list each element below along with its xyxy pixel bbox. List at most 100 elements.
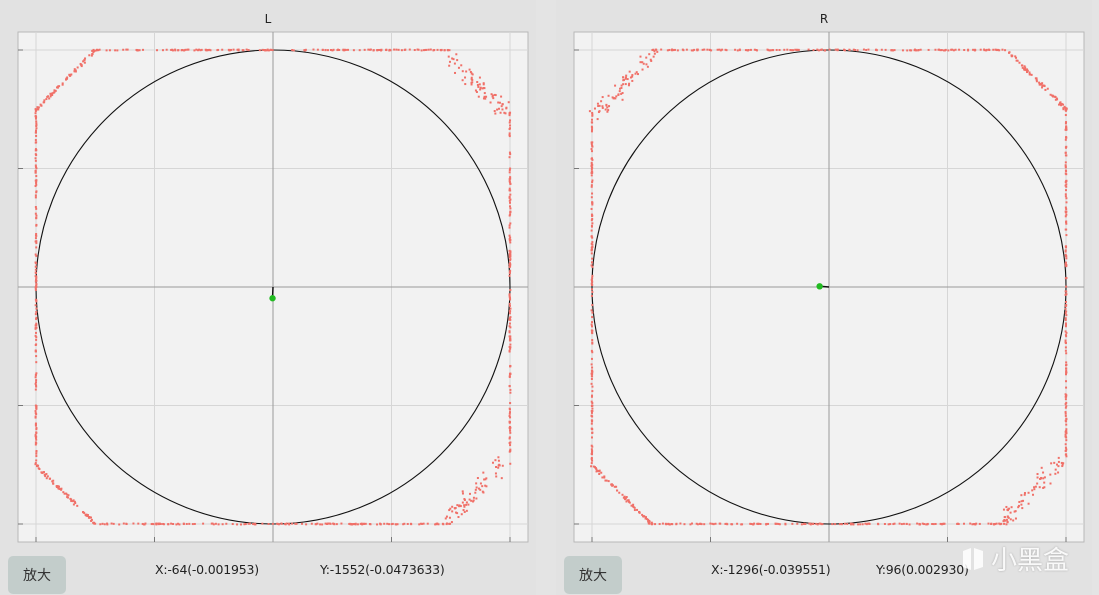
trace-point [591, 121, 594, 124]
trace-point [591, 311, 594, 314]
trace-point [37, 467, 40, 470]
trace-point [1064, 411, 1067, 414]
trace-point [508, 128, 511, 131]
trace-point [1064, 346, 1067, 349]
y-readout: Y:96(0.002930) [876, 562, 969, 577]
trace-point [908, 523, 911, 526]
trace-point [1064, 433, 1067, 436]
trace-point [767, 522, 770, 525]
trace-point [505, 107, 508, 110]
trace-point [34, 376, 37, 379]
trace-point [88, 516, 91, 519]
trace-point [41, 471, 44, 474]
trace-point [476, 81, 479, 84]
trace-point [483, 92, 486, 95]
trace-point [1057, 471, 1060, 474]
trace-point [591, 404, 594, 407]
trace-point [55, 485, 58, 488]
trace-point [34, 288, 37, 291]
trace-point [410, 523, 413, 526]
trace-point [34, 388, 37, 391]
trace-point [509, 241, 512, 244]
trace-point [843, 49, 846, 52]
trace-point [1065, 201, 1068, 204]
trace-point [509, 431, 512, 434]
trace-point [765, 523, 768, 526]
trace-point [359, 522, 362, 525]
trace-point [325, 522, 328, 525]
trace-point [73, 70, 76, 73]
trace-point [247, 49, 250, 52]
trace-point [819, 48, 822, 51]
trace-point [784, 522, 787, 525]
trace-point [152, 523, 155, 526]
trace-point [1064, 215, 1067, 218]
trace-point [198, 48, 201, 51]
trace-point [803, 522, 806, 525]
trace-point [501, 108, 504, 111]
trace-point [258, 49, 261, 52]
trace-point [695, 522, 698, 525]
trace-point [402, 523, 405, 526]
trace-point [950, 48, 953, 51]
trace-point [35, 275, 38, 278]
trace-point [820, 523, 823, 526]
trace-point [995, 522, 998, 525]
zoom-button[interactable]: 放大 [564, 556, 622, 594]
trace-point [479, 482, 482, 485]
trace-point [65, 492, 68, 495]
trace-point [957, 523, 960, 526]
trace-point [590, 444, 593, 447]
trace-point [778, 49, 781, 52]
trace-point [1064, 172, 1067, 175]
trace-point [294, 522, 297, 525]
trace-point [34, 304, 37, 307]
trace-point [156, 49, 159, 52]
trace-point [125, 522, 128, 525]
trace-point [35, 450, 38, 453]
trace-point [509, 421, 512, 424]
trace-point [1064, 261, 1067, 264]
trace-point [491, 461, 494, 464]
trace-point [35, 285, 38, 288]
trace-point [508, 239, 511, 242]
trace-point [509, 426, 512, 429]
trace-point [1005, 505, 1008, 508]
trace-point [94, 522, 97, 525]
trace-point [1065, 371, 1068, 374]
zoom-button[interactable]: 放大 [8, 556, 66, 594]
trace-point [497, 466, 500, 469]
trace-point [1065, 310, 1068, 313]
trace-point [321, 48, 324, 51]
trace-point [368, 523, 371, 526]
trace-point [35, 190, 38, 193]
trace-point [815, 522, 818, 525]
trace-point [641, 513, 644, 516]
trace-point [335, 523, 338, 526]
trace-point [1005, 518, 1008, 521]
trace-point [463, 498, 466, 501]
trace-point [884, 48, 887, 51]
trace-point [76, 66, 79, 69]
trace-point [624, 77, 627, 80]
trace-point [918, 522, 921, 525]
trace-point [509, 193, 512, 196]
trace-point [622, 76, 625, 79]
trace-point [591, 290, 594, 293]
trace-point [1065, 428, 1068, 431]
trace-point [591, 214, 594, 217]
trace-point [206, 49, 209, 52]
trace-point [1065, 314, 1068, 317]
trace-point [490, 93, 493, 96]
trace-point [271, 49, 274, 52]
trace-point [301, 522, 304, 525]
trace-point [749, 48, 752, 51]
trace-point [477, 85, 480, 88]
trace-point [621, 98, 624, 101]
trace-point [35, 338, 38, 341]
trace-point [241, 49, 244, 52]
trace-point [998, 49, 1001, 52]
trace-point [35, 355, 38, 358]
trace-point [598, 473, 601, 476]
trace-point [1054, 95, 1057, 98]
